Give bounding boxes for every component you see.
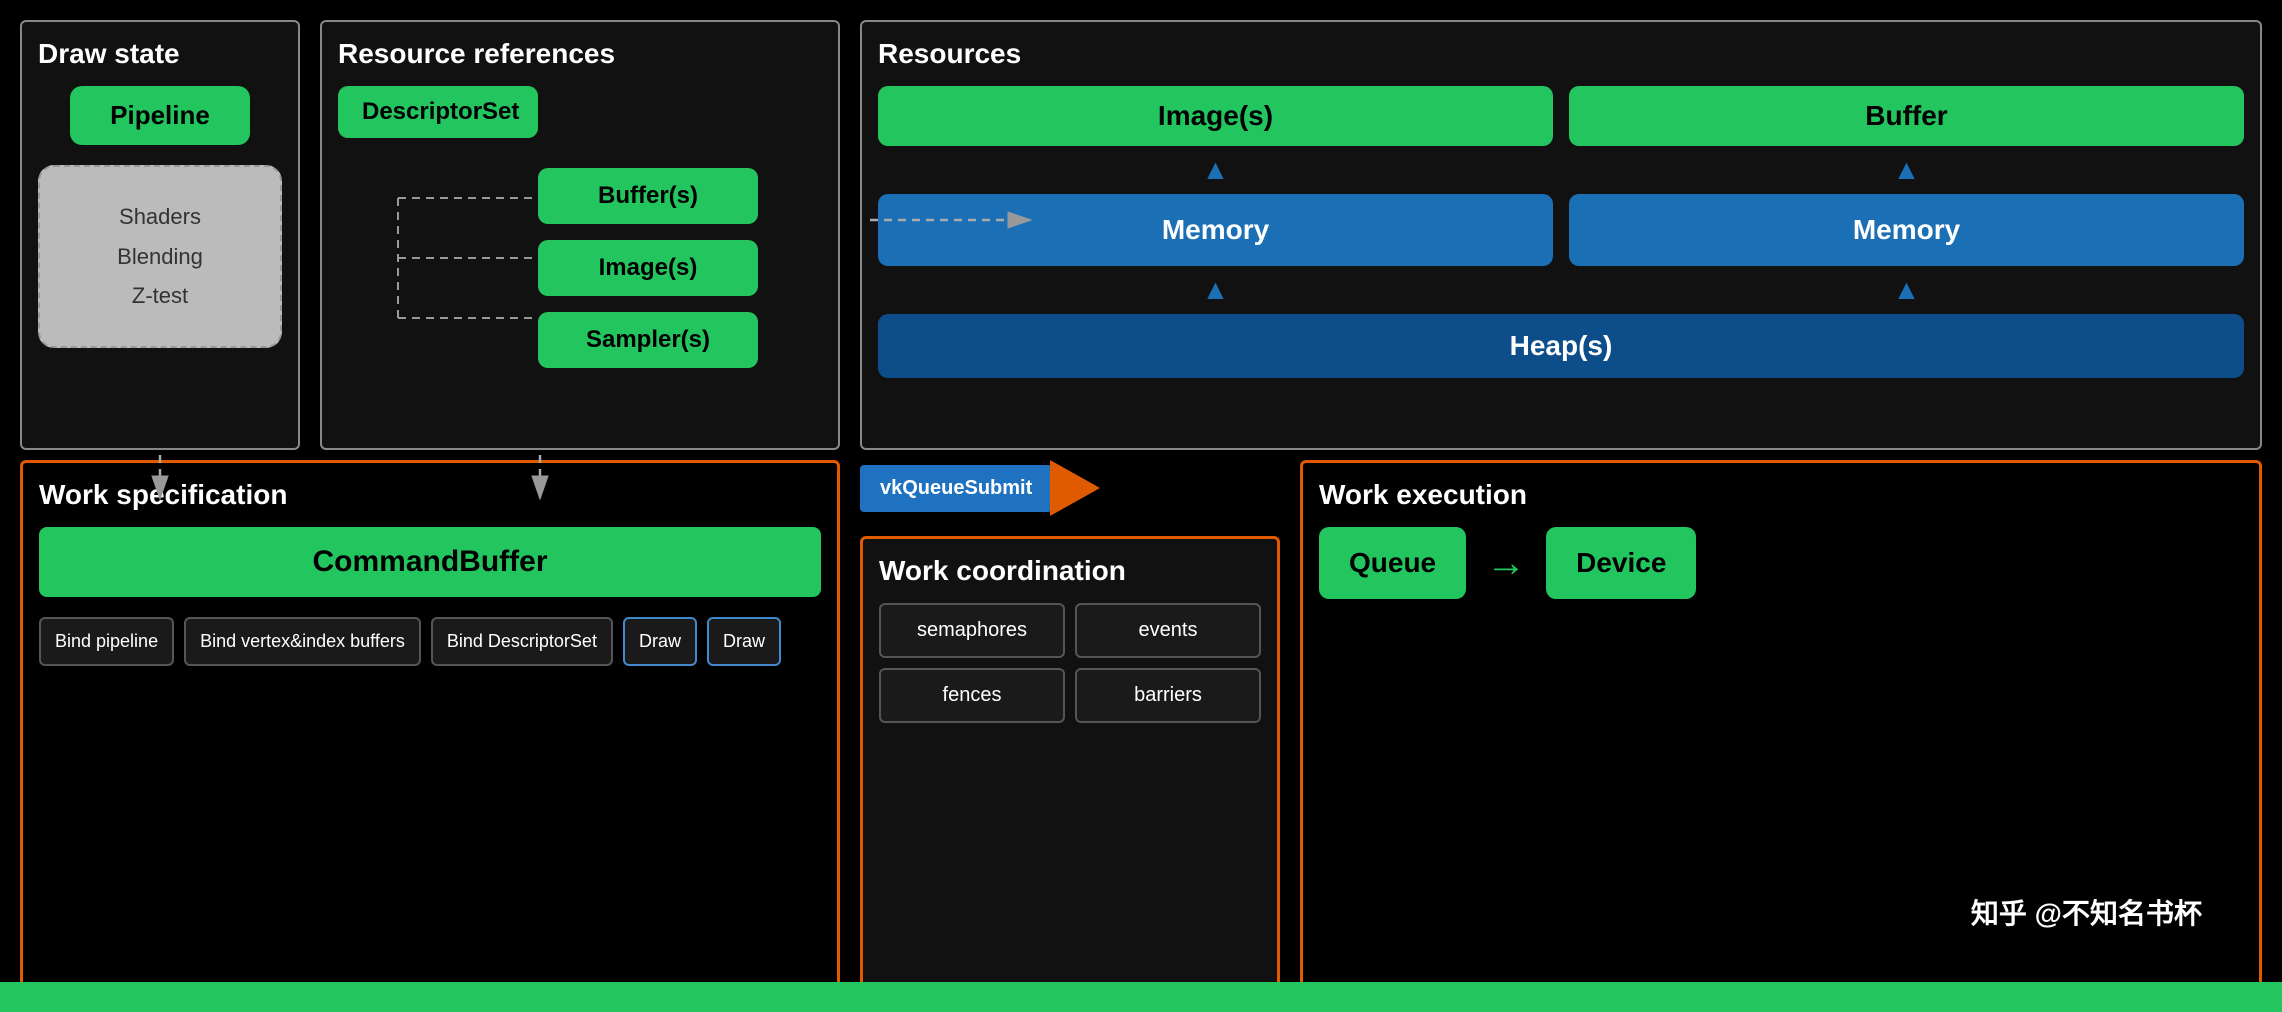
- sampler-s-ref: Sampler(s): [538, 312, 758, 368]
- cmd-bind-vertex: Bind vertex&index buffers: [184, 617, 421, 666]
- resources-buffer: Buffer: [1569, 86, 2244, 146]
- middle-bottom: vkQueueSubmit Work coordination semaphor…: [860, 460, 1280, 992]
- arrow-up-heap-left: ▲: [878, 274, 1553, 306]
- vk-submit-section: vkQueueSubmit: [860, 460, 1280, 516]
- descriptor-set-box: DescriptorSet: [338, 86, 538, 138]
- cmd-bind-pipeline: Bind pipeline: [39, 617, 174, 666]
- coord-grid: semaphores events fences barriers: [879, 603, 1261, 723]
- watermark: 知乎 @不知名书杯: [1971, 892, 2202, 932]
- resource-refs-title: Resource references: [338, 38, 822, 70]
- coord-semaphores: semaphores: [879, 603, 1065, 658]
- arrow-right-green: →: [1486, 541, 1526, 586]
- cmd-draw-2: Draw: [707, 617, 781, 666]
- draw-state-title: Draw state: [38, 38, 282, 70]
- coord-events: events: [1075, 603, 1261, 658]
- resources-heap: Heap(s): [878, 314, 2244, 378]
- coord-barriers: barriers: [1075, 668, 1261, 723]
- cmd-bind-descriptor: Bind DescriptorSet: [431, 617, 613, 666]
- resources-panel: Resources Image(s) Buffer ▲ ▲ Memory Mem…: [860, 20, 2262, 450]
- exec-inner: Queue → Device: [1319, 527, 2243, 599]
- device-box: Device: [1546, 527, 1696, 599]
- cmd-draw-1: Draw: [623, 617, 697, 666]
- buffer-s-ref: Buffer(s): [538, 168, 758, 224]
- image-s-ref: Image(s): [538, 240, 758, 296]
- work-exec-title: Work execution: [1319, 479, 2243, 511]
- command-items: Bind pipeline Bind vertex&index buffers …: [39, 617, 821, 666]
- resources-memory-1: Memory: [878, 194, 1553, 266]
- command-buffer-box: CommandBuffer: [39, 527, 821, 597]
- work-spec-title: Work specification: [39, 479, 821, 511]
- work-spec-panel: Work specification CommandBuffer Bind pi…: [20, 460, 840, 992]
- work-coord-title: Work coordination: [879, 555, 1261, 587]
- draw-state-panel: Draw state Pipeline ShadersBlendingZ-tes…: [20, 20, 300, 450]
- arrow-up-left: ▲: [878, 154, 1553, 186]
- pipeline-box: Pipeline: [70, 86, 250, 145]
- resource-refs-panel: Resource references DescriptorSet: [320, 20, 840, 450]
- resources-image: Image(s): [878, 86, 1553, 146]
- arrow-up-right: ▲: [1569, 154, 2244, 186]
- resources-title: Resources: [878, 38, 2244, 70]
- queue-box: Queue: [1319, 527, 1466, 599]
- bottom-bar: [0, 982, 2282, 1012]
- arrow-up-heap-right: ▲: [1569, 274, 2244, 306]
- coord-fences: fences: [879, 668, 1065, 723]
- vk-submit-arrow: [1050, 460, 1100, 516]
- resources-memory-2: Memory: [1569, 194, 2244, 266]
- vk-submit-label: vkQueueSubmit: [860, 465, 1052, 512]
- shaders-content: ShadersBlendingZ-test: [60, 197, 260, 316]
- work-coord-panel: Work coordination semaphores events fenc…: [860, 536, 1280, 992]
